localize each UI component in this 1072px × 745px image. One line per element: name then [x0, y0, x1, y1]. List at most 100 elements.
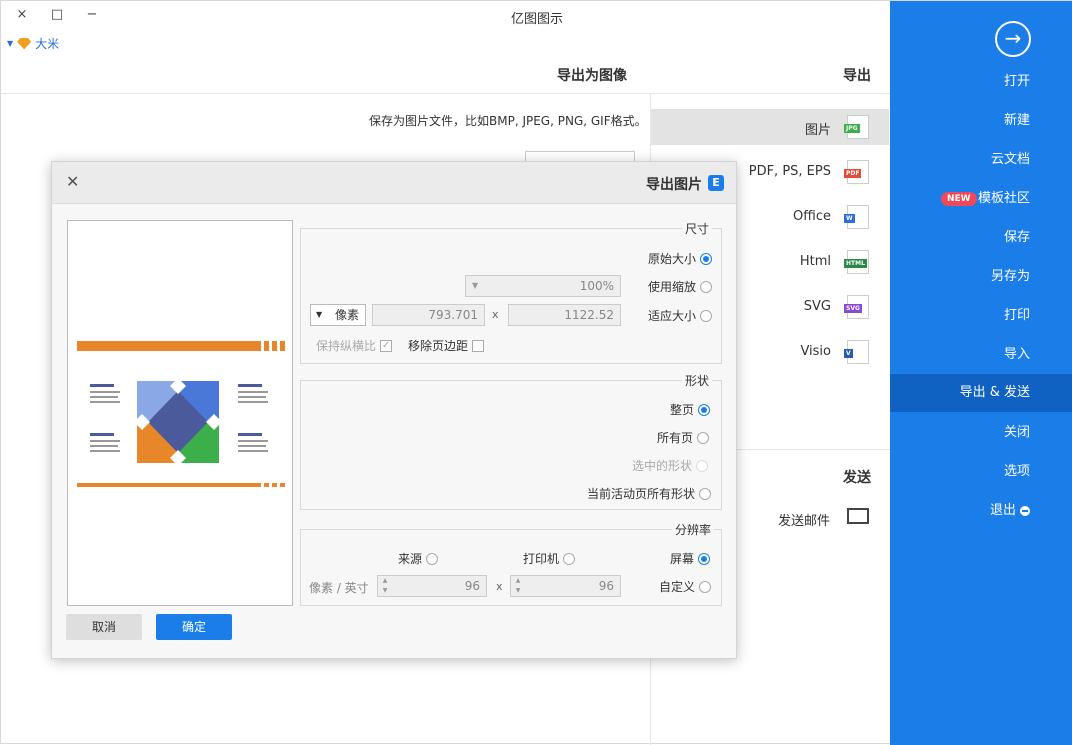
checkbox[interactable] — [472, 339, 485, 352]
option-fit-size[interactable]: 适应大小 — [648, 307, 713, 324]
option-label: 打印机 — [523, 552, 560, 566]
spinner-icon[interactable]: ▲ ▼ — [380, 576, 390, 596]
mail-icon — [847, 508, 869, 524]
word-file-icon: W — [844, 205, 869, 229]
radio-off[interactable] — [699, 580, 712, 593]
vip-gem-icon — [17, 37, 32, 50]
sidebar-item-open[interactable]: 打开 — [890, 64, 1072, 100]
height-field[interactable]: 793.701 — [372, 304, 485, 326]
user-name: 大米 — [35, 37, 60, 51]
radio-off[interactable] — [700, 309, 713, 322]
preview-diagram — [77, 341, 285, 487]
send-heading: 发送 — [843, 470, 871, 486]
export-item-label: Office — [793, 209, 831, 224]
option-label: 使用缩放 — [648, 280, 697, 294]
detail-heading: 导出为图像 — [557, 68, 627, 84]
jpg-file-icon: JPG — [844, 115, 869, 139]
detail-description: 保存为图片文件，比如BMP, JPEG, PNG, GIF格式。 — [369, 114, 647, 128]
export-item-image[interactable]: JPG 图片 — [651, 109, 889, 145]
keep-ratio-checkbox[interactable]: 保持纵横比 ✓ — [316, 337, 393, 354]
dpi-y-field[interactable]: ▲ ▼ 96 — [377, 575, 487, 597]
radio-disabled[interactable] — [696, 459, 709, 472]
dpi-x-field[interactable]: ▲ ▼ 96 — [510, 575, 621, 597]
visio-file-icon: V — [844, 340, 869, 364]
html-file-icon: HTML — [844, 250, 869, 274]
sidebar-item-export-send[interactable]: 导出 & 发送 — [890, 374, 1072, 412]
radio-off[interactable] — [700, 280, 713, 293]
scale-field[interactable]: ▼ 100% — [465, 275, 621, 297]
option-label: 移除页边距 — [408, 339, 469, 353]
shape-legend: 形状 — [682, 372, 713, 389]
caret-down-icon: ▼ — [7, 39, 14, 48]
back-arrow-icon[interactable]: → — [995, 21, 1031, 57]
radio-off[interactable] — [699, 487, 712, 500]
option-label: 选中的形状 — [632, 459, 693, 473]
dropdown-arrow-icon: ▼ — [316, 310, 323, 319]
option-label: 所有页 — [657, 431, 694, 445]
divider — [1, 93, 890, 94]
sidebar-item-cloud-docs[interactable]: 云文档 — [890, 142, 1072, 178]
sidebar-item-save[interactable]: 保存 — [890, 220, 1072, 256]
sidebar-item-new[interactable]: 新建 — [890, 103, 1072, 139]
sidebar-item-options[interactable]: 选项 — [890, 454, 1072, 490]
sidebar-item-print[interactable]: 打印 — [890, 298, 1072, 334]
option-label: 原始大小 — [648, 252, 697, 266]
option-custom[interactable]: 自定义 — [659, 578, 712, 595]
sidebar-item-template-community[interactable]: 模板社区 — [890, 181, 1072, 217]
radio-off[interactable] — [563, 552, 576, 565]
option-label: 当前活动页所有形状 — [587, 487, 696, 501]
option-all-pages[interactable]: 所有页 — [657, 429, 710, 446]
unit-select[interactable]: ▼ 像素 — [310, 304, 366, 326]
option-screen[interactable]: 屏幕 — [670, 550, 711, 567]
exit-icon — [1020, 505, 1030, 516]
export-item-label: SVG — [803, 299, 831, 314]
width-field[interactable]: 1122.52 — [508, 304, 621, 326]
dpi-unit-label: 像素 / 英寸 — [309, 581, 369, 595]
resolution-legend: 分辨率 — [672, 521, 715, 538]
option-original-size[interactable]: 原始大小 — [648, 250, 713, 267]
radio-on[interactable] — [698, 552, 711, 565]
radio-on[interactable] — [698, 403, 711, 416]
option-selected-shapes[interactable]: 选中的形状 — [632, 457, 709, 474]
user-menu[interactable]: ▼ 大米 — [7, 35, 59, 52]
radio-off[interactable] — [697, 431, 710, 444]
export-item-label: PDF, PS, EPS — [748, 164, 831, 179]
export-preview — [67, 220, 293, 606]
sidebar-item-close[interactable]: 关闭 — [890, 415, 1072, 451]
send-email-item[interactable]: 发送邮件 — [778, 510, 830, 529]
option-source[interactable]: 来源 — [398, 550, 439, 567]
option-label: 来源 — [398, 552, 423, 566]
dialog-header: ✕ 导出图片 E — [52, 162, 736, 204]
new-badge: NEW — [941, 192, 977, 206]
dialog-title: 导出图片 — [646, 177, 702, 193]
export-item-label: 图片 — [804, 123, 831, 138]
option-printer[interactable]: 打印机 — [523, 550, 576, 567]
export-heading: 导出 — [843, 68, 871, 84]
checkbox-checked[interactable]: ✓ — [380, 339, 393, 352]
edraw-logo-icon: E — [708, 175, 724, 191]
ok-button[interactable]: 确定 — [156, 614, 232, 640]
size-legend: 尺寸 — [682, 220, 713, 237]
option-whole-page[interactable]: 整页 — [670, 401, 711, 418]
option-label: 适应大小 — [648, 309, 697, 323]
option-active-page-shapes[interactable]: 当前活动页所有形状 — [587, 485, 712, 502]
option-label: 保持纵横比 — [316, 339, 377, 353]
option-label: 整页 — [670, 403, 695, 417]
app-window: × □ − 亿图图示 ▼ 大米 导出为图像 保存为图片文件，比如BMP, JPE… — [0, 0, 1072, 745]
svg-file-icon: SVG — [844, 295, 869, 319]
remove-margin-checkbox[interactable]: 移除页边距 — [408, 337, 485, 354]
dropdown-arrow-icon: ▼ — [472, 281, 479, 290]
pdf-file-icon: PDF — [844, 160, 869, 184]
close-icon[interactable]: ✕ — [66, 172, 79, 191]
option-label: 自定义 — [659, 580, 696, 594]
sidebar-item-save-as[interactable]: 另存为 — [890, 259, 1072, 295]
times-sign: x — [496, 580, 503, 593]
sidebar-item-exit[interactable]: 退出 — [890, 493, 1072, 529]
radio-on[interactable] — [700, 252, 713, 265]
radio-off[interactable] — [426, 552, 439, 565]
sidebar-item-import[interactable]: 导入 — [890, 337, 1072, 373]
export-image-dialog: ✕ 导出图片 E 尺寸 原始大小 使用缩放 适应大小 ▼ 100% 1122.5… — [51, 161, 737, 659]
option-use-scale[interactable]: 使用缩放 — [648, 278, 713, 295]
spinner-icon[interactable]: ▲ ▼ — [513, 576, 523, 596]
cancel-button[interactable]: 取消 — [66, 614, 142, 640]
